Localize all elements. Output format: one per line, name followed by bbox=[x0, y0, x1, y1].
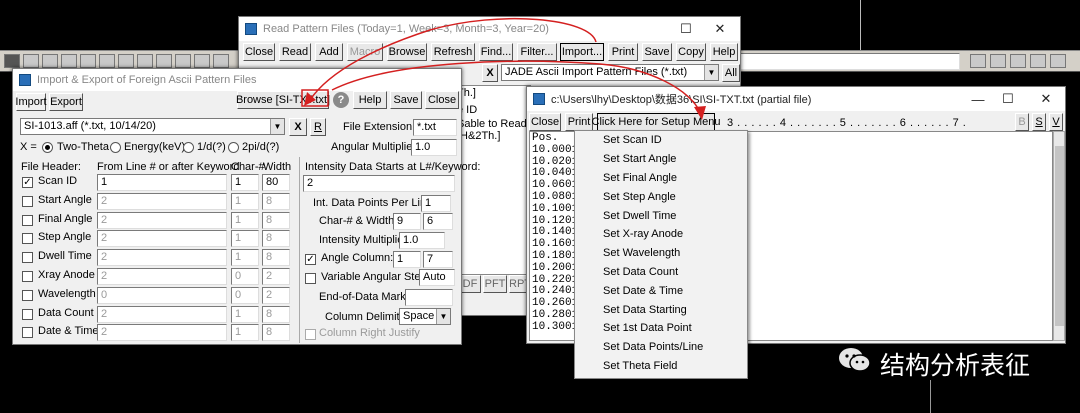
annotation-arrow bbox=[331, 60, 701, 113]
annotation-arrow bbox=[309, 17, 597, 101]
wechat-icon bbox=[838, 347, 872, 373]
annotation-arrow-head bbox=[694, 106, 706, 120]
watermark-text: 结构分析表征 bbox=[880, 351, 1031, 380]
